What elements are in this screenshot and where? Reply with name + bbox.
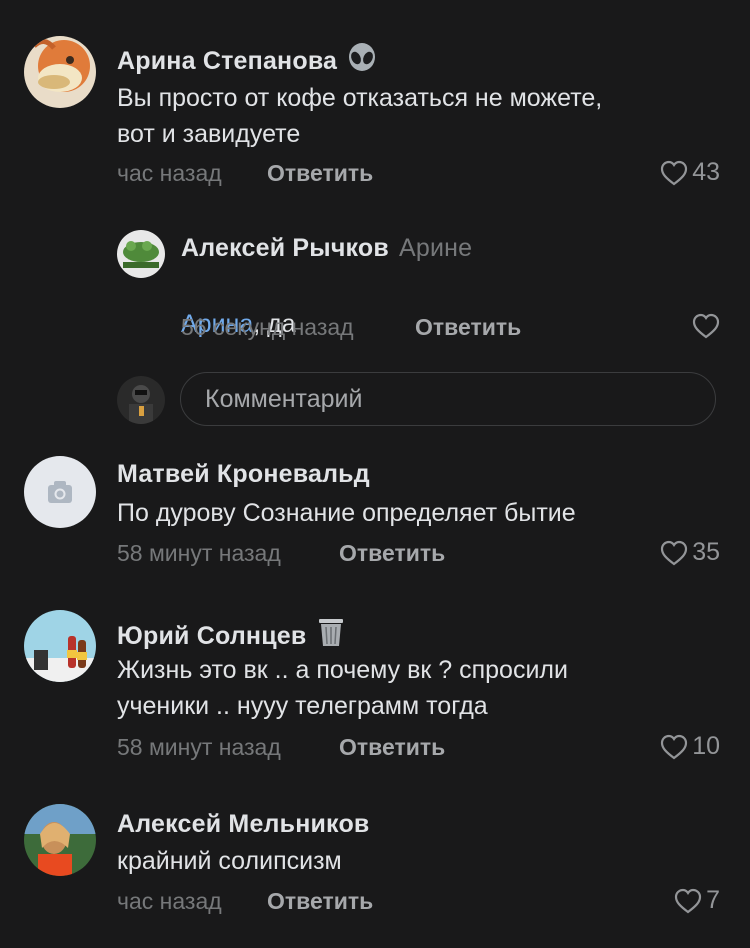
comment-input[interactable] [181, 373, 715, 425]
heart-icon [674, 888, 702, 913]
reply-button[interactable]: Ответить [267, 888, 373, 915]
avatar[interactable] [117, 230, 165, 278]
reply-time: 56 секунд назад [181, 314, 354, 340]
comment-author[interactable]: Алексей Мельников [117, 810, 370, 839]
like-button[interactable]: 35 [660, 538, 720, 567]
comment-text: Вы просто от кофе отказаться не можете, … [117, 84, 603, 148]
comment-time: час назад [117, 888, 222, 914]
reply-button[interactable]: Ответить [339, 734, 445, 761]
comment-input-wrapper [180, 372, 716, 426]
avatar[interactable] [24, 610, 96, 682]
trash-can-emoji-icon [316, 616, 346, 655]
avatar[interactable] [24, 456, 96, 528]
avatar[interactable] [24, 804, 96, 876]
comment-time: час назад [117, 160, 222, 186]
reply-author[interactable]: Алексей Рычков Арине [181, 234, 472, 263]
current-user-avatar[interactable] [117, 376, 165, 424]
like-count: 35 [692, 538, 720, 566]
comment-author[interactable]: Арина Степанова [117, 43, 377, 80]
heart-icon [661, 540, 688, 565]
comment-text: крайний солипсизм [117, 847, 342, 875]
like-button[interactable]: 43 [660, 158, 720, 187]
alien-emoji-icon [347, 43, 377, 80]
comment-text: По дурову Сознание определяет бытие [117, 499, 576, 527]
comment-time: 58 минут назад [117, 734, 281, 760]
heart-icon [661, 160, 688, 185]
reply-button[interactable]: Ответить [267, 160, 373, 187]
heart-icon [692, 313, 720, 339]
like-count: 10 [692, 732, 720, 760]
comment-author[interactable]: Матвей Кроневальд [117, 460, 370, 489]
reply-button[interactable]: Ответить [339, 540, 445, 567]
like-button[interactable]: 7 [674, 886, 720, 915]
comment-time: 58 минут назад [117, 540, 281, 566]
comment-author[interactable]: Юрий Солнцев [117, 616, 346, 655]
comment-text: Жизнь это вк .. а почему вк ? спросили у… [117, 656, 568, 720]
like-count: 43 [692, 158, 720, 186]
avatar[interactable] [24, 36, 96, 108]
like-button[interactable] [692, 313, 720, 339]
reply-button[interactable]: Ответить [415, 314, 521, 341]
reply-to-label: Арине [398, 234, 473, 262]
like-button[interactable]: 10 [660, 732, 720, 761]
like-count: 7 [706, 886, 720, 914]
heart-icon [661, 734, 688, 759]
